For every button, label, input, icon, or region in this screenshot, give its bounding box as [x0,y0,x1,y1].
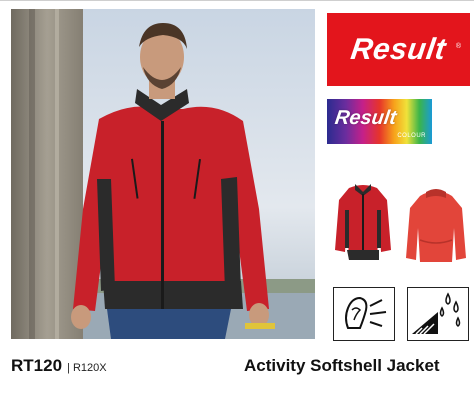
registered-mark: ® [455,43,461,50]
colour-logo-text: Result [333,107,398,129]
product-code-primary: RT120 [11,356,63,375]
code-separator: | R120X [67,362,107,374]
product-code-alt: R120X [72,362,107,374]
colour-logo-subtext: COLOUR [397,133,426,139]
brand-logo-text: Result [348,32,449,66]
windproof-icon [333,287,395,341]
water-repellent-icon [407,287,469,341]
brand-logo: Result ® [327,13,470,86]
product-code: RT120 | R120X [11,356,107,376]
product-photo [11,9,315,339]
product-name: Activity Softshell Jacket [244,356,440,375]
jacket-back-thumbnail[interactable] [404,180,468,268]
top-divider [0,0,474,1]
jacket-front-thumbnail[interactable] [331,180,395,268]
colour-range-logo: Result COLOUR [327,99,432,144]
